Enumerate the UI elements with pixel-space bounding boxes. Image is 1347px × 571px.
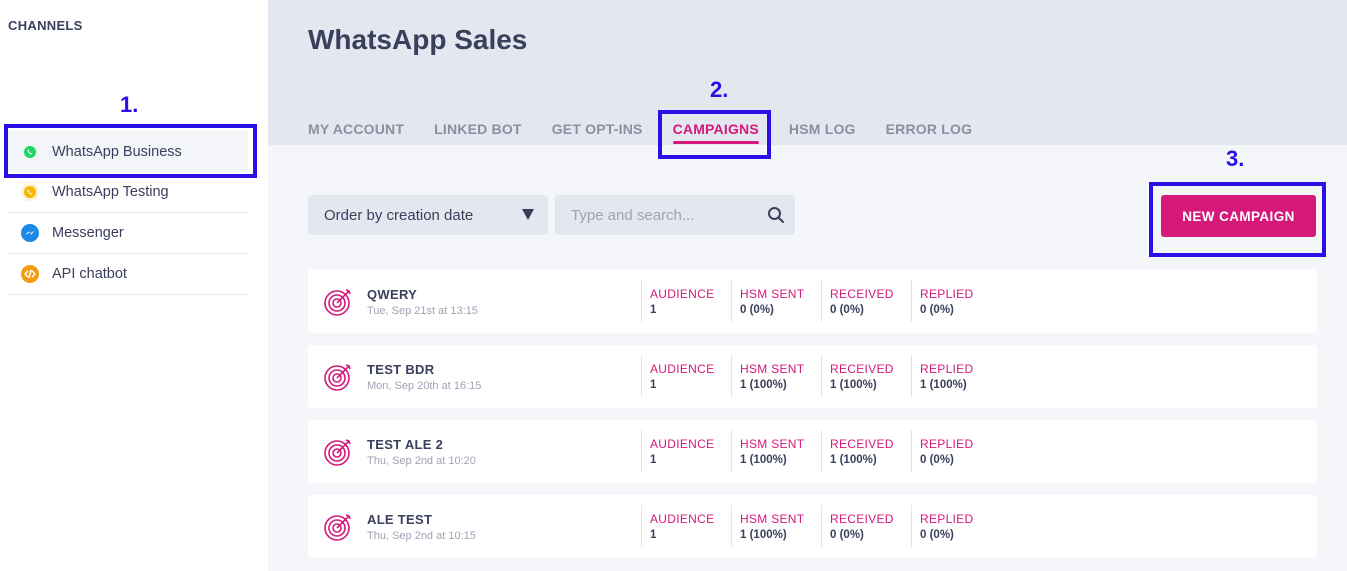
stat-hsm-sent: HSM SENT 1 (100%) xyxy=(731,355,804,397)
search-input[interactable] xyxy=(555,195,745,235)
stat-label: AUDIENCE xyxy=(650,437,715,451)
order-select[interactable]: Order by creation date xyxy=(308,195,548,235)
campaign-name: QWERY xyxy=(367,287,418,302)
messenger-icon xyxy=(20,223,40,243)
sidebar-item-label: Messenger xyxy=(52,225,124,241)
stat-label: RECEIVED xyxy=(830,437,894,451)
target-icon xyxy=(324,514,351,541)
tab-campaigns[interactable]: CAMPAIGNS xyxy=(672,121,760,144)
page-header: WhatsApp Sales MY ACCOUNT LINKED BOT GET… xyxy=(268,0,1347,145)
page-title: WhatsApp Sales xyxy=(308,24,528,55)
stat-received: RECEIVED 0 (0%) xyxy=(821,280,894,322)
stat-hsm-sent: HSM SENT 1 (100%) xyxy=(731,430,804,472)
sidebar-item-api-chatbot[interactable]: API chatbot xyxy=(8,254,248,295)
annotation-number-3: 3. xyxy=(1226,146,1245,171)
tab-get-opt-ins[interactable]: GET OPT-INS xyxy=(552,121,643,137)
search-box xyxy=(555,195,795,235)
stat-label: REPLIED xyxy=(920,287,974,301)
stat-value: 1 (100%) xyxy=(830,379,877,391)
sidebar-item-label: API chatbot xyxy=(52,266,127,282)
stat-replied: REPLIED 0 (0%) xyxy=(911,505,973,547)
sidebar-item-label: WhatsApp Business xyxy=(52,143,182,160)
stat-value: 0 (0%) xyxy=(830,304,864,316)
stat-hsm-sent: HSM SENT 1 (100%) xyxy=(731,505,804,547)
campaign-row[interactable]: ALE TEST Thu, Sep 2nd at 10:15 AUDIENCE 1… xyxy=(308,495,1317,558)
stat-hsm-sent: HSM SENT 0 (0%) xyxy=(731,280,804,322)
stat-value: 1 (100%) xyxy=(740,379,787,391)
stat-value: 1 xyxy=(650,529,657,541)
campaign-row[interactable]: TEST BDR Mon, Sep 20th at 16:15 AUDIENCE… xyxy=(308,345,1317,408)
annotation-number-2: 2. xyxy=(710,77,729,102)
order-select-value: Order by creation date xyxy=(324,206,474,224)
stat-replied: REPLIED 1 (100%) xyxy=(911,355,973,397)
stat-label: AUDIENCE xyxy=(650,287,715,301)
campaign-date: Mon, Sep 20th at 16:15 xyxy=(367,380,482,392)
stat-value: 0 (0%) xyxy=(920,454,954,466)
campaign-date: Tue, Sep 21st at 13:15 xyxy=(367,305,478,317)
target-icon xyxy=(324,439,351,466)
stat-value: 1 (100%) xyxy=(920,379,967,391)
campaign-row[interactable]: QWERY Tue, Sep 21st at 13:15 AUDIENCE 1 H… xyxy=(308,270,1317,333)
campaign-list: QWERY Tue, Sep 21st at 13:15 AUDIENCE 1 H… xyxy=(308,270,1317,570)
stat-audience: AUDIENCE 1 xyxy=(641,280,714,322)
stat-value: 1 xyxy=(650,304,657,316)
stat-label: RECEIVED xyxy=(830,362,894,376)
channel-list: WhatsApp Business WhatsApp Testing Messe… xyxy=(8,131,248,295)
stat-value: 1 xyxy=(650,454,657,466)
new-campaign-button[interactable]: NEW CAMPAIGN xyxy=(1161,195,1316,237)
tab-linked-bot[interactable]: LINKED BOT xyxy=(434,121,522,137)
campaign-date: Thu, Sep 2nd at 10:15 xyxy=(367,530,476,542)
stat-value: 1 xyxy=(650,379,657,391)
stat-value: 0 (0%) xyxy=(920,529,954,541)
campaign-row[interactable]: TEST ALE 2 Thu, Sep 2nd at 10:20 AUDIENC… xyxy=(308,420,1317,483)
stat-label: HSM SENT xyxy=(740,437,805,451)
stat-value: 0 (0%) xyxy=(830,529,864,541)
tab-my-account[interactable]: MY ACCOUNT xyxy=(308,121,404,137)
sidebar-item-whatsapp-business[interactable]: WhatsApp Business xyxy=(8,131,248,172)
stat-audience: AUDIENCE 1 xyxy=(641,505,714,547)
stat-value: 0 (0%) xyxy=(920,304,954,316)
tab-bar: MY ACCOUNT LINKED BOT GET OPT-INS CAMPAI… xyxy=(308,121,1002,144)
annotation-number-1: 1. xyxy=(120,92,139,117)
stat-label: HSM SENT xyxy=(740,512,805,526)
stat-received: RECEIVED 1 (100%) xyxy=(821,430,894,472)
sidebar-item-whatsapp-testing[interactable]: WhatsApp Testing xyxy=(8,172,248,213)
stat-label: RECEIVED xyxy=(830,512,894,526)
stat-label: HSM SENT xyxy=(740,362,805,376)
stat-received: RECEIVED 1 (100%) xyxy=(821,355,894,397)
stat-replied: REPLIED 0 (0%) xyxy=(911,430,973,472)
target-icon xyxy=(324,289,351,316)
stat-replied: REPLIED 0 (0%) xyxy=(911,280,973,322)
code-icon xyxy=(20,264,40,284)
stat-audience: AUDIENCE 1 xyxy=(641,355,714,397)
tab-hsm-log[interactable]: HSM LOG xyxy=(789,121,856,137)
sidebar-title: CHANNELS xyxy=(8,18,83,33)
stat-value: 1 (100%) xyxy=(740,454,787,466)
stat-label: HSM SENT xyxy=(740,287,805,301)
campaign-date: Thu, Sep 2nd at 10:20 xyxy=(367,455,476,467)
stat-label: AUDIENCE xyxy=(650,512,715,526)
stat-label: REPLIED xyxy=(920,437,974,451)
stat-label: RECEIVED xyxy=(830,287,894,301)
stat-value: 0 (0%) xyxy=(740,304,774,316)
stat-value: 1 (100%) xyxy=(830,454,877,466)
stat-received: RECEIVED 0 (0%) xyxy=(821,505,894,547)
campaign-name: ALE TEST xyxy=(367,512,433,527)
sidebar-item-messenger[interactable]: Messenger xyxy=(8,213,248,254)
whatsapp-testing-icon xyxy=(20,182,40,202)
tab-error-log[interactable]: ERROR LOG xyxy=(886,121,973,137)
sidebar-item-label: WhatsApp Testing xyxy=(52,184,169,200)
target-icon xyxy=(324,364,351,391)
stat-value: 1 (100%) xyxy=(740,529,787,541)
channels-sidebar: CHANNELS WhatsApp Business WhatsApp Test… xyxy=(0,0,268,571)
campaign-name: TEST BDR xyxy=(367,362,435,377)
stat-label: AUDIENCE xyxy=(650,362,715,376)
stat-label: REPLIED xyxy=(920,362,974,376)
stat-audience: AUDIENCE 1 xyxy=(641,430,714,472)
caret-down-icon xyxy=(522,209,534,220)
search-icon[interactable] xyxy=(767,206,785,224)
stat-label: REPLIED xyxy=(920,512,974,526)
campaign-name: TEST ALE 2 xyxy=(367,437,444,452)
whatsapp-icon xyxy=(20,142,40,162)
